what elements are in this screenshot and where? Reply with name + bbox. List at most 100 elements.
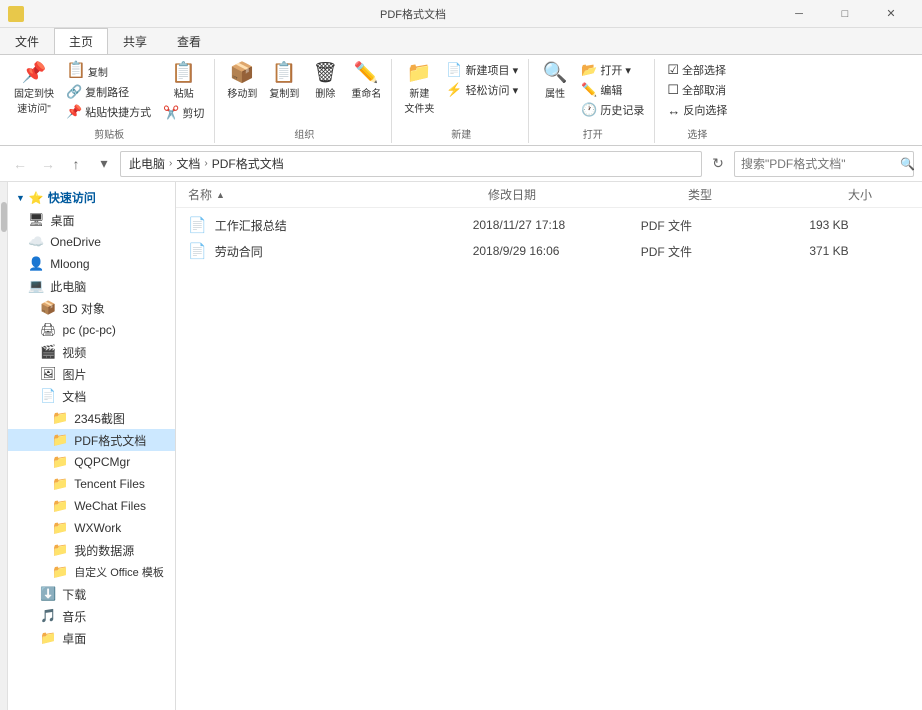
copy-path-button[interactable]: 🔗 复制路径 [62,83,155,101]
minimize-button[interactable]: ─ [776,0,822,28]
recent-paths-button[interactable]: ▾ [92,152,116,176]
main-layout: ▼ ⭐ 快速访问 🖥 桌面 ☁️ OneDrive 👤 Mloong 💻 此电脑… [0,182,922,710]
sidebar-item-wxwork[interactable]: 📁 WXWork [8,517,175,539]
new-item-icon: 📄 [446,62,462,78]
rename-label: 重命名 [351,85,381,100]
sidebar-item-2345[interactable]: 📁 2345截图 [8,407,175,429]
sidebar-item-music[interactable]: 🎵 音乐 [8,605,175,627]
new-item-button[interactable]: 📄 新建项目 ▾ [442,61,522,79]
3dobjects-icon: 📦 [40,300,56,316]
select-all-button[interactable]: ☑ 全部选择 [663,61,731,79]
sidebar-item-downloads[interactable]: ⬇️ 下载 [8,583,175,605]
sidebar-item-pictures[interactable]: 🖼 图片 [8,363,175,385]
delete-label: 删除 [315,85,335,100]
select-group-label: 选择 [663,124,731,143]
table-row[interactable]: 📄 劳动合同 2018/9/29 16:06 PDF 文件 371 KB [176,238,922,264]
deselect-all-icon: ☐ [667,82,679,98]
deselect-all-button[interactable]: ☐ 全部取消 [663,81,731,99]
copy-label: 复制 [88,64,108,79]
col-name-label: 名称 [188,186,212,203]
move-icon: 📦 [230,63,255,83]
sidebar-item-datasource[interactable]: 📁 我的数据源 [8,539,175,561]
history-button[interactable]: 🕐 历史记录 [577,101,648,119]
deselect-all-label: 全部取消 [682,82,726,98]
address-path[interactable]: 此电脑 › 文档 › PDF格式文档 [120,151,702,177]
invert-select-label: 反向选择 [683,102,727,118]
pc-icon: 💻 [28,278,44,294]
forward-button[interactable]: → [36,152,60,176]
sidebar-item-pc-pc[interactable]: 🖨 pc (pc-pc) [8,319,175,341]
wxwork-icon: 📁 [52,520,68,536]
copy-to-button[interactable]: 📋 复制到 [265,61,303,102]
copy-to-label: 复制到 [269,85,299,100]
sidebar-item-pdf[interactable]: 📁 PDF格式文档 [8,429,175,451]
cut-button[interactable]: ✂️ 剪切 [159,104,208,122]
sidebar-item-docs[interactable]: 📄 文档 [8,385,175,407]
col-header-size[interactable]: 大小 [848,186,922,203]
tab-file[interactable]: 文件 [0,28,54,54]
table-row[interactable]: 📄 工作汇报总结 2018/11/27 17:18 PDF 文件 193 KB [176,212,922,238]
new-buttons: 📁 新建文件夹 📄 新建项目 ▾ ⚡ 轻松访问 ▾ [400,59,522,124]
search-input[interactable] [741,157,896,171]
properties-button[interactable]: 🔍 属性 [537,61,573,102]
sidebar-item-qqpcmgr[interactable]: 📁 QQPCMgr [8,451,175,473]
sidebar-item-tencent[interactable]: 📁 Tencent Files [8,473,175,495]
back-button[interactable]: ← [8,152,32,176]
paste-shortcut-button[interactable]: 📌 粘贴快捷方式 [62,103,155,121]
col-header-name[interactable]: 名称 ▲ [188,186,448,203]
sidebar-item-mloong[interactable]: 👤 Mloong [8,253,175,275]
sidebar-item-onedrive[interactable]: ☁️ OneDrive [8,231,175,253]
delete-button[interactable]: 🗑 删除 [307,61,343,102]
sidebar-item-thispc[interactable]: 💻 此电脑 [8,275,175,297]
tab-view[interactable]: 查看 [162,28,216,54]
move-to-button[interactable]: 📦 移动到 [223,61,261,102]
sidebar-item-wechat[interactable]: 📁 WeChat Files [8,495,175,517]
up-button[interactable]: ↑ [64,152,88,176]
file-name-1: 工作汇报总结 [215,217,465,234]
zhuomian-label: 卓面 [62,630,86,647]
col-header-date[interactable]: 修改日期 [488,186,648,203]
pin-quick-access-button[interactable]: 📌 固定到快速访问" [10,61,58,117]
sidebar-item-3dobjects[interactable]: 📦 3D 对象 [8,297,175,319]
invert-select-button[interactable]: ↔ 反向选择 [663,101,731,119]
history-icon: 🕐 [581,102,597,118]
quick-access-header[interactable]: ▼ ⭐ 快速访问 [8,186,175,209]
pcpc-icon: 🖨 [40,322,57,338]
sidebar-item-zhuomian[interactable]: 📁 卓面 [8,627,175,649]
tab-home[interactable]: 主页 [54,28,108,54]
sidebar-scrollbar[interactable] [0,182,8,710]
onedrive-label: OneDrive [50,235,101,249]
maximize-button[interactable]: □ [822,0,868,28]
ribbon-content: 📌 固定到快速访问" 📋 复制 🔗 复制路径 📌 粘贴快捷方式 [0,54,922,145]
file-type-1: PDF 文件 [641,217,761,234]
paste-button[interactable]: 📋 粘贴 [159,61,208,102]
file-type-2: PDF 文件 [641,243,761,260]
edit-label: 编辑 [600,82,622,98]
sidebar-item-officetemplate[interactable]: 📁 自定义 Office 模板 [8,561,175,583]
pdf-folder-label: PDF格式文档 [74,432,146,449]
move-label: 移动到 [227,85,257,100]
thispc-label: 此电脑 [50,278,86,295]
tencent-icon: 📁 [52,476,68,492]
open-button[interactable]: 📂 打开 ▾ [577,61,648,79]
new-item-label: 新建项目 ▾ [466,62,519,78]
properties-label: 属性 [545,85,565,100]
tab-share[interactable]: 共享 [108,28,162,54]
sidebar-item-desktop[interactable]: 🖥 桌面 [8,209,175,231]
edit-button[interactable]: ✏️ 编辑 [577,81,648,99]
rename-button[interactable]: ✏️ 重命名 [347,61,385,102]
sidebar: ▼ ⭐ 快速访问 🖥 桌面 ☁️ OneDrive 👤 Mloong 💻 此电脑… [8,182,176,710]
new-folder-button[interactable]: 📁 新建文件夹 [400,61,438,117]
refresh-button[interactable]: ↻ [706,152,730,176]
close-button[interactable]: ✕ [868,0,914,28]
col-header-type[interactable]: 类型 [688,186,808,203]
copy-button[interactable]: 📋 复制 [62,61,155,81]
file-date-2: 2018/9/29 16:06 [473,244,633,258]
sidebar-item-video[interactable]: 🎬 视频 [8,341,175,363]
easy-access-label: 轻松访问 ▾ [466,82,519,98]
clipboard-buttons: 📌 固定到快速访问" 📋 复制 🔗 复制路径 📌 粘贴快捷方式 [10,59,208,124]
easy-access-button[interactable]: ⚡ 轻松访问 ▾ [442,81,522,99]
select-buttons: ☑ 全部选择 ☐ 全部取消 ↔ 反向选择 [663,59,731,124]
cut-icon: ✂️ [163,105,179,121]
open-group-label: 打开 [537,124,648,143]
